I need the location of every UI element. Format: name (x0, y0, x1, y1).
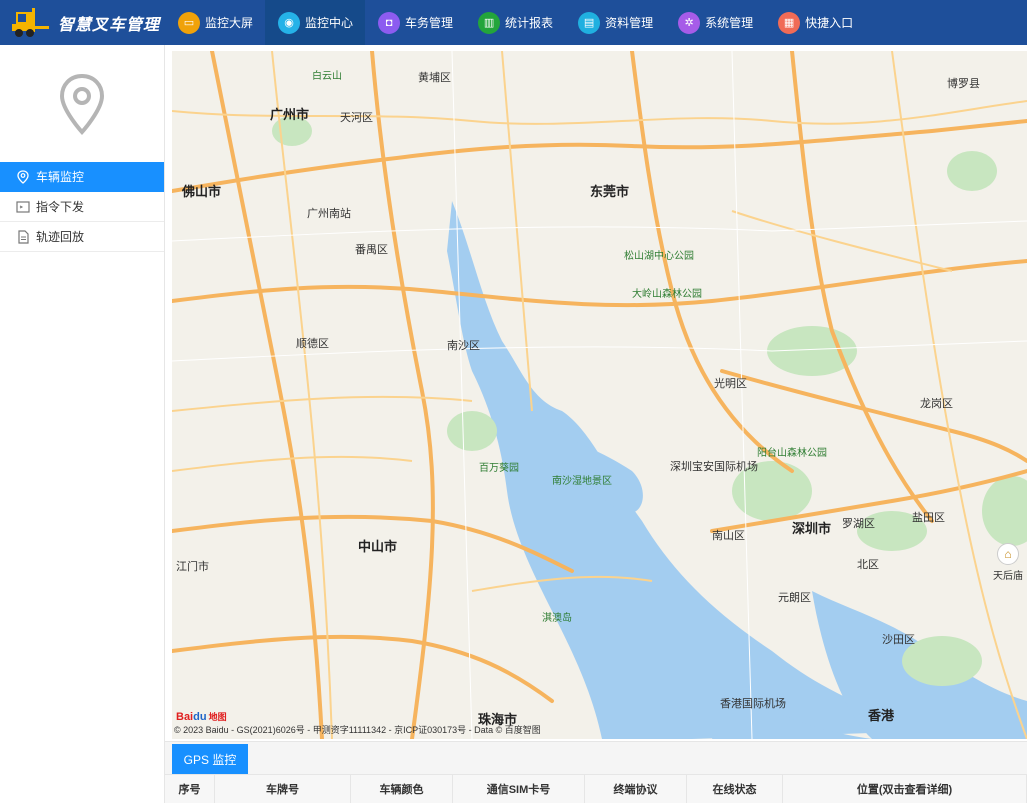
forklift-logo-icon (10, 6, 52, 40)
temple-icon: ⌂ (997, 543, 1019, 565)
gear-icon: ✲ (678, 11, 701, 34)
bar-chart-icon: ▥ (478, 11, 501, 34)
map-poi-hk-airport: 香港国际机场 (720, 698, 786, 710)
map-label-zhongshan: 中山市 (358, 539, 398, 554)
map-poi-yangtai: 阳台山森林公园 (757, 448, 827, 459)
map-poi-sz-airport: 深圳宝安国际机场 (670, 461, 758, 473)
command-icon (16, 200, 30, 214)
map-label-shenzhen: 深圳市 (792, 521, 832, 536)
map-label-boluo: 博罗县 (947, 78, 980, 90)
map-label-luohu: 罗湖区 (842, 518, 875, 530)
nav-item-2[interactable]: ◘ 车务管理 (365, 0, 465, 45)
table-column-header[interactable]: 在线状态 (687, 774, 783, 803)
gps-panel-tabs: GPS 监控 (165, 741, 1027, 775)
location-pin-icon: ◉ (278, 11, 301, 34)
nav-item-label: 系统管理 (705, 16, 754, 30)
monitor-screen-icon: ▭ (178, 11, 200, 34)
map-label-jiangmen: 江门市 (176, 561, 209, 573)
sidebar-menu: 车辆监控指令下发轨迹回放 (0, 162, 164, 252)
table-column-header[interactable]: 车辆颜色 (351, 774, 453, 803)
table-column-header[interactable]: 终端协议 (585, 774, 687, 803)
sidebar-location-icon (0, 45, 164, 162)
top-nav-bar: 智慧叉车管理 ▭ 监控大屏 ◉ 监控中心 ◘ 车务管理 ▥ 统计报表 ▤ 资料管理 ✲ 系统管理 ▦ 快捷… (0, 0, 1027, 45)
sidebar-item-label: 轨迹回放 (36, 230, 85, 244)
map-label-tianhe: 天河区 (340, 112, 373, 124)
nav-item-label: 统计报表 (505, 16, 554, 30)
map-label-longgang: 龙岗区 (920, 398, 953, 410)
map-label-dongguan: 东莞市 (590, 184, 630, 199)
map-label-guangzhou: 广州市 (270, 107, 310, 122)
sidebar-item-1[interactable]: 指令下发 (0, 192, 164, 222)
nav-item-label: 监控大屏 (205, 16, 254, 30)
map-poi-baiyun: 白云山 (312, 71, 342, 82)
nav-item-1[interactable]: ◉ 监控中心 (265, 0, 366, 45)
nav-item-4[interactable]: ▤ 资料管理 (565, 0, 665, 45)
nav-item-5[interactable]: ✲ 系统管理 (665, 0, 765, 45)
car-icon: ◘ (378, 11, 401, 34)
tab-gps-monitor[interactable]: GPS 监控 (172, 744, 248, 775)
location-pin-icon (16, 169, 30, 184)
map-poi-qiao-island: 淇澳岛 (542, 613, 572, 624)
table-column-header[interactable]: 序号 (165, 774, 215, 803)
nav-item-6[interactable]: ▦ 快捷入口 (765, 0, 865, 45)
map-label-yuanlang: 元朗区 (778, 592, 811, 604)
map-label-foshan: 佛山市 (182, 184, 222, 199)
map-label-hongkong: 香港 (868, 708, 895, 723)
map-label-guangming: 光明区 (714, 378, 747, 390)
sidebar-item-2[interactable]: 轨迹回放 (0, 222, 164, 252)
map-poi-songshan: 松山湖中心公园 (624, 251, 694, 262)
map-label-panyu: 番禺区 (355, 244, 388, 256)
map-label-nanshan: 南山区 (712, 530, 745, 542)
map-poi-dalingshan: 大岭山森林公园 (632, 289, 702, 300)
nav-item-label: 车务管理 (405, 16, 454, 30)
document-icon (16, 229, 30, 244)
nav-item-label: 快捷入口 (805, 16, 854, 30)
map-label-yantian: 盐田区 (912, 512, 945, 524)
map-copyright: © 2023 Baidu - GS(2021)6026号 - 甲测资字11111… (174, 725, 541, 735)
map-poi-gz-south-station: 广州南站 (307, 208, 351, 220)
map-label-nansha: 南沙区 (447, 340, 480, 352)
map-label-huangpu: 黄埔区 (418, 72, 451, 84)
sidebar-item-label: 指令下发 (36, 200, 85, 214)
table-column-header[interactable]: 车牌号 (215, 774, 351, 803)
map-label-shatian: 沙田区 (882, 634, 915, 646)
map-poi-tianhou[interactable]: ⌂ 天后庙 (993, 543, 1023, 582)
nav-item-0[interactable]: ▭ 监控大屏 (165, 0, 265, 45)
map-label-shunde: 顺德区 (296, 338, 329, 350)
table-column-header[interactable]: 位置(双击查看详细) (783, 774, 1027, 803)
table-column-header[interactable]: 通信SIM卡号 (453, 774, 585, 803)
brand: 智慧叉车管理 (0, 0, 165, 45)
vehicle-table-header: 序号 车牌号 车辆颜色 通信SIM卡号 终端协议 在线状态 位置(双击查看详细) (165, 774, 1027, 803)
sidebar-item-label: 车辆监控 (36, 170, 85, 184)
sidebar: 车辆监控指令下发轨迹回放 (0, 45, 165, 803)
nav-item-label: 资料管理 (605, 16, 654, 30)
sidebar-item-0[interactable]: 车辆监控 (0, 162, 164, 192)
nav-item-3[interactable]: ▥ 统计报表 (465, 0, 565, 45)
app-title: 智慧叉车管理 (58, 16, 161, 34)
grid-icon: ▦ (778, 11, 801, 34)
baidu-logo: Baidu 地图 (176, 711, 227, 723)
document-icon: ▤ (578, 11, 601, 34)
map-poi-nansha-wetland: 南沙湿地景区 (552, 476, 612, 487)
map-label-north-district: 北区 (857, 559, 879, 571)
map-view[interactable]: 广州市 佛山市 东莞市 深圳市 中山市 珠海市 香港 番禺区 南沙区 顺德区 光… (172, 51, 1027, 739)
nav-item-label: 监控中心 (305, 16, 354, 30)
main-nav: ▭ 监控大屏 ◉ 监控中心 ◘ 车务管理 ▥ 统计报表 ▤ 资料管理 ✲ 系统管理 ▦ 快捷入口 (165, 0, 865, 45)
map-poi-baima: 百万葵园 (479, 463, 519, 474)
